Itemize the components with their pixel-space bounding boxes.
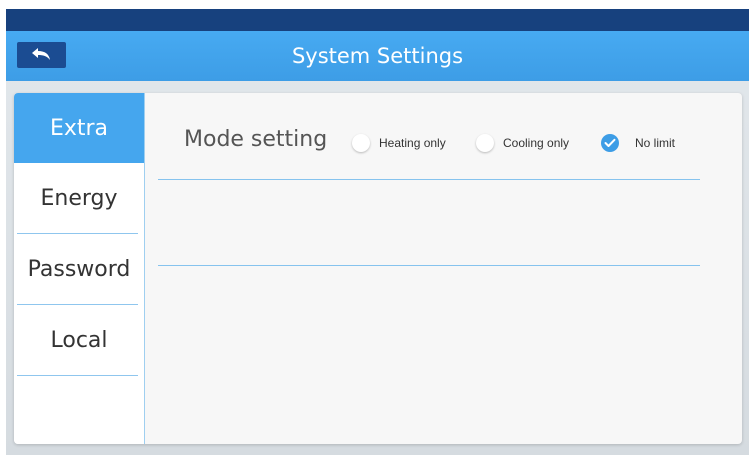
sidebar-item-password[interactable]: Password <box>14 234 144 304</box>
radio-unchecked-icon <box>352 134 370 152</box>
divider <box>158 265 700 266</box>
content-area: Mode setting Heating only Cooling only N… <box>145 93 742 444</box>
sidebar-divider <box>17 375 138 376</box>
sidebar-item-extra[interactable]: Extra <box>14 93 144 163</box>
sidebar: Extra Energy Password Local <box>14 93 145 444</box>
radio-heating-only[interactable]: Heating only <box>352 132 446 154</box>
divider <box>158 179 700 180</box>
status-bar <box>6 9 749 31</box>
sidebar-item-energy[interactable]: Energy <box>14 163 144 233</box>
radio-checked-icon <box>601 134 619 152</box>
radio-label: Cooling only <box>503 136 570 150</box>
page-title: System Settings <box>291 44 464 68</box>
radio-unchecked-icon <box>476 134 494 152</box>
radio-label: Heating only <box>379 136 446 150</box>
sidebar-item-local[interactable]: Local <box>14 305 144 375</box>
radio-label: No limit <box>635 136 676 150</box>
mode-setting-label: Mode setting <box>184 127 328 152</box>
title-bar: System Settings <box>6 31 749 81</box>
app-window: System Settings Extra Energy Password Lo… <box>6 9 749 455</box>
radio-cooling-only[interactable]: Cooling only <box>476 132 569 154</box>
radio-no-limit[interactable]: No limit <box>601 132 675 154</box>
settings-panel: Extra Energy Password Local Mode setting… <box>14 93 742 444</box>
